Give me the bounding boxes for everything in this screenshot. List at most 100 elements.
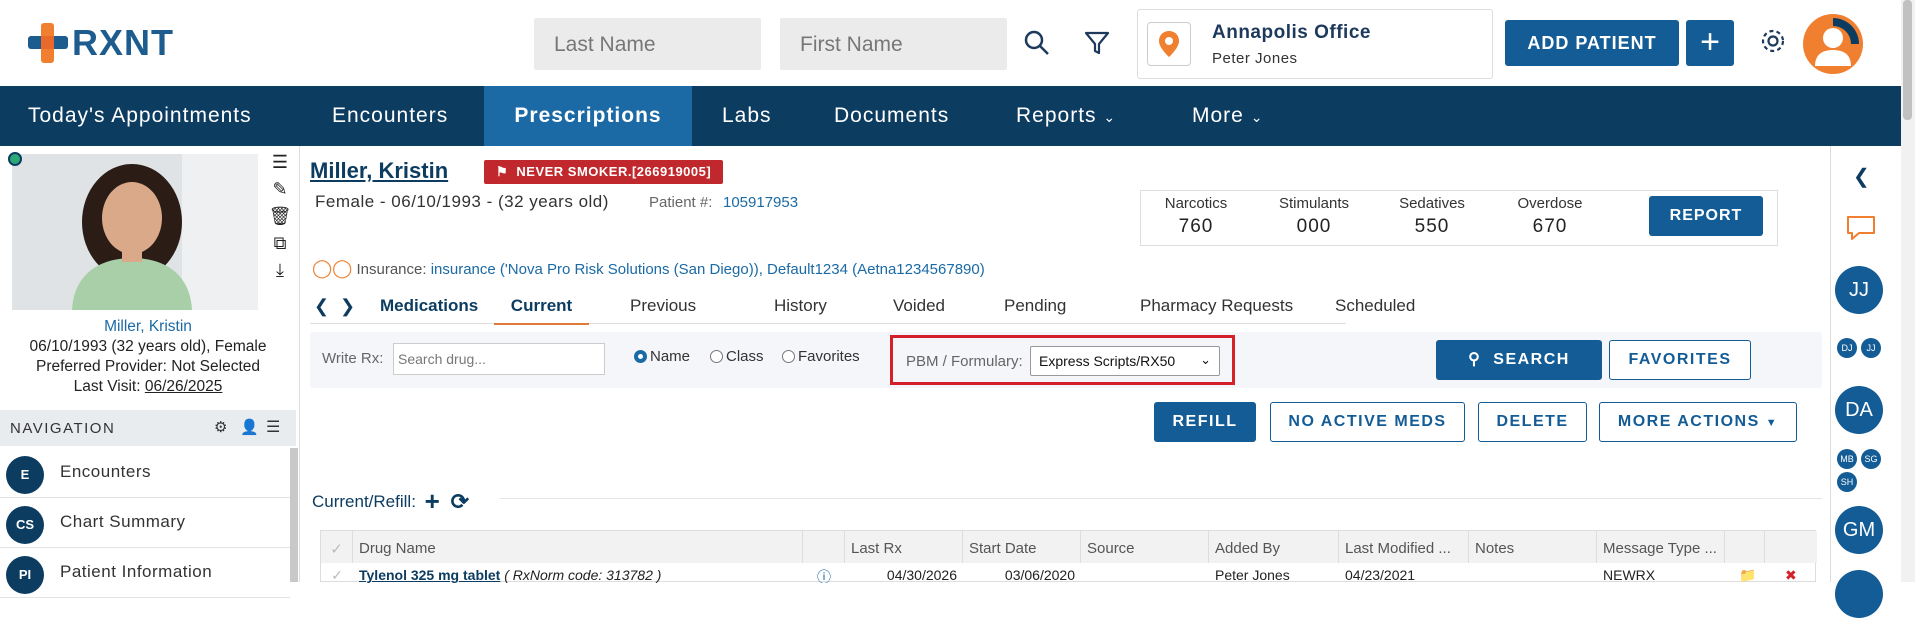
pbm-select[interactable]: Express Scripts/RX50 ⌄ <box>1030 346 1220 376</box>
folder-icon[interactable]: 📁 <box>1733 563 1763 583</box>
row-drug[interactable]: Tylenol 325 mg tablet ( RxNorm code: 313… <box>353 563 803 583</box>
user-avatar[interactable] <box>1803 14 1863 74</box>
pbm-selected-value: Express Scripts/RX50 <box>1039 353 1176 369</box>
stat-label: Overdose <box>1517 195 1583 212</box>
person-icon[interactable]: 👤 <box>240 418 260 436</box>
col-message-type[interactable]: Message Type ... <box>1597 531 1725 563</box>
office-selector[interactable]: Annapolis Office Peter Jones <box>1137 9 1493 79</box>
col-source[interactable]: Source <box>1081 531 1209 563</box>
gear-icon[interactable] <box>1759 27 1789 57</box>
chevron-left-icon[interactable]: ❮ <box>1853 164 1870 189</box>
tab-pharmacy-requests[interactable]: Pharmacy Requests <box>1140 296 1293 316</box>
chat-icon[interactable] <box>1845 214 1877 247</box>
search-button-label: SEARCH <box>1493 351 1570 368</box>
stat-sedatives: Sedatives 550 <box>1377 195 1487 238</box>
copy-icon[interactable]: ⧉ <box>268 233 292 260</box>
write-rx-label: Write Rx: <box>322 350 384 367</box>
nav-labs[interactable]: Labs <box>722 86 772 146</box>
nav-more[interactable]: More ⌄ <box>1192 86 1263 146</box>
user-bubble-da[interactable]: DA <box>1835 386 1883 434</box>
add-icon[interactable]: + <box>425 486 440 516</box>
nav-todays-appointments[interactable]: Today's Appointments <box>28 86 252 146</box>
list-icon[interactable]: ☰ <box>266 417 282 437</box>
radio-class[interactable]: Class <box>710 348 764 365</box>
col-added-by[interactable]: Added By <box>1209 531 1339 563</box>
tab-history[interactable]: History <box>774 296 827 316</box>
patient-name-link[interactable]: Miller, Kristin <box>0 318 296 336</box>
nav-panel-chart-summary[interactable]: CS Chart Summary <box>0 498 290 548</box>
first-name-input[interactable]: First Name <box>780 18 1007 70</box>
download-icon[interactable]: ⤓ <box>268 260 292 287</box>
favorites-button[interactable]: FAVORITES <box>1609 340 1751 380</box>
nav-panel-patient-information[interactable]: PI Patient Information <box>0 548 290 598</box>
info-icon[interactable]: ⓘ <box>811 563 841 583</box>
col-start-date[interactable]: Start Date <box>963 531 1081 563</box>
nav-encounters[interactable]: Encounters <box>332 86 448 146</box>
refresh-icon[interactable]: ⟳ <box>451 489 469 514</box>
plus-button[interactable]: + <box>1686 20 1734 66</box>
stat-value: 000 <box>1296 216 1332 237</box>
medications-table: ✓ Drug Name Last Rx Start Date Source Ad… <box>320 530 1817 583</box>
current-refill-row: Current/Refill: + ⟳ <box>312 486 469 517</box>
radio-name[interactable]: Name <box>634 348 690 365</box>
user-bubble-partial[interactable] <box>1835 570 1883 618</box>
nav-badge: E <box>6 456 44 494</box>
edit-icon[interactable]: ✎ <box>268 179 292 206</box>
row-checkbox[interactable]: ✓ <box>321 563 353 583</box>
col-last-rx[interactable]: Last Rx <box>845 531 963 563</box>
sidebar-scrollbar[interactable] <box>290 448 298 582</box>
radio-dot <box>634 350 647 363</box>
page-scrollbar-thumb[interactable] <box>1903 0 1912 120</box>
no-active-meds-button[interactable]: NO ACTIVE MEDS <box>1270 402 1465 442</box>
row-notes <box>1469 563 1597 583</box>
report-button[interactable]: REPORT <box>1649 196 1763 236</box>
radio-favorites[interactable]: Favorites <box>782 348 860 365</box>
rxnt-logo[interactable]: RXNT <box>28 22 174 64</box>
last-visit-date[interactable]: 06/26/2025 <box>145 378 223 395</box>
patient-photo <box>12 154 258 310</box>
status-dot <box>8 152 22 166</box>
user-bubble-jj[interactable]: JJ <box>1835 266 1883 314</box>
add-patient-button[interactable]: ADD PATIENT <box>1505 20 1679 66</box>
patient-title[interactable]: Miller, Kristin <box>310 158 448 184</box>
select-all-checkbox[interactable]: ✓ <box>321 531 353 563</box>
last-name-input[interactable]: Last Name <box>534 18 761 70</box>
col-last-modified[interactable]: Last Modified ... <box>1339 531 1469 563</box>
search-icon[interactable] <box>1022 28 1052 58</box>
remove-icon[interactable]: ✖ <box>1779 563 1809 583</box>
filter-icon[interactable] <box>1082 28 1112 58</box>
user-bubble-gm[interactable]: GM <box>1835 506 1883 554</box>
user-bubble-dj[interactable]: DJ <box>1837 338 1857 358</box>
tab-current[interactable]: Current <box>494 296 589 325</box>
user-bubble-jj-small[interactable]: JJ <box>1861 338 1881 358</box>
insurance-value[interactable]: insurance ('Nova Pro Risk Solutions (San… <box>431 261 985 278</box>
chevron-left-icon[interactable]: ❮ <box>314 296 329 317</box>
chevron-right-icon[interactable]: ❯ <box>340 296 355 317</box>
search-button[interactable]: ⚲ SEARCH <box>1436 340 1602 380</box>
tab-previous[interactable]: Previous <box>630 296 696 316</box>
drug-search-input[interactable]: Search drug... <box>393 343 605 375</box>
tab-pending[interactable]: Pending <box>1004 296 1066 316</box>
office-name: Annapolis Office <box>1212 22 1371 43</box>
delete-button[interactable]: DELETE <box>1478 402 1587 442</box>
user-bubble-sh[interactable]: SH <box>1837 472 1857 492</box>
bulb-icon[interactable]: ◯ <box>312 258 332 278</box>
list-icon[interactable]: ☰ <box>268 152 292 179</box>
nav-documents[interactable]: Documents <box>834 86 949 146</box>
nav-panel-encounters[interactable]: E Encounters <box>0 448 290 498</box>
bulb-icon[interactable]: ◯ <box>332 258 352 278</box>
tab-voided[interactable]: Voided <box>893 296 945 316</box>
more-actions-button[interactable]: MORE ACTIONS ▼ <box>1599 402 1797 442</box>
nav-reports[interactable]: Reports ⌄ <box>1016 86 1116 146</box>
col-drug-name[interactable]: Drug Name <box>353 531 803 563</box>
main-nav: Today's Appointments Encounters Prescrip… <box>0 86 1901 146</box>
nav-prescriptions[interactable]: Prescriptions <box>484 86 692 146</box>
gear-icon[interactable]: ⚙ <box>214 418 229 436</box>
tab-scheduled[interactable]: Scheduled <box>1335 296 1415 316</box>
user-bubble-sg[interactable]: SG <box>1861 449 1881 469</box>
user-bubble-mb[interactable]: MB <box>1837 449 1857 469</box>
col-notes[interactable]: Notes <box>1469 531 1597 563</box>
trash-icon[interactable]: 🗑 <box>268 206 292 233</box>
right-rail: ❮ JJ DJ JJ DA MB SG SH GM <box>1830 146 1901 618</box>
refill-button[interactable]: REFILL <box>1154 402 1256 442</box>
